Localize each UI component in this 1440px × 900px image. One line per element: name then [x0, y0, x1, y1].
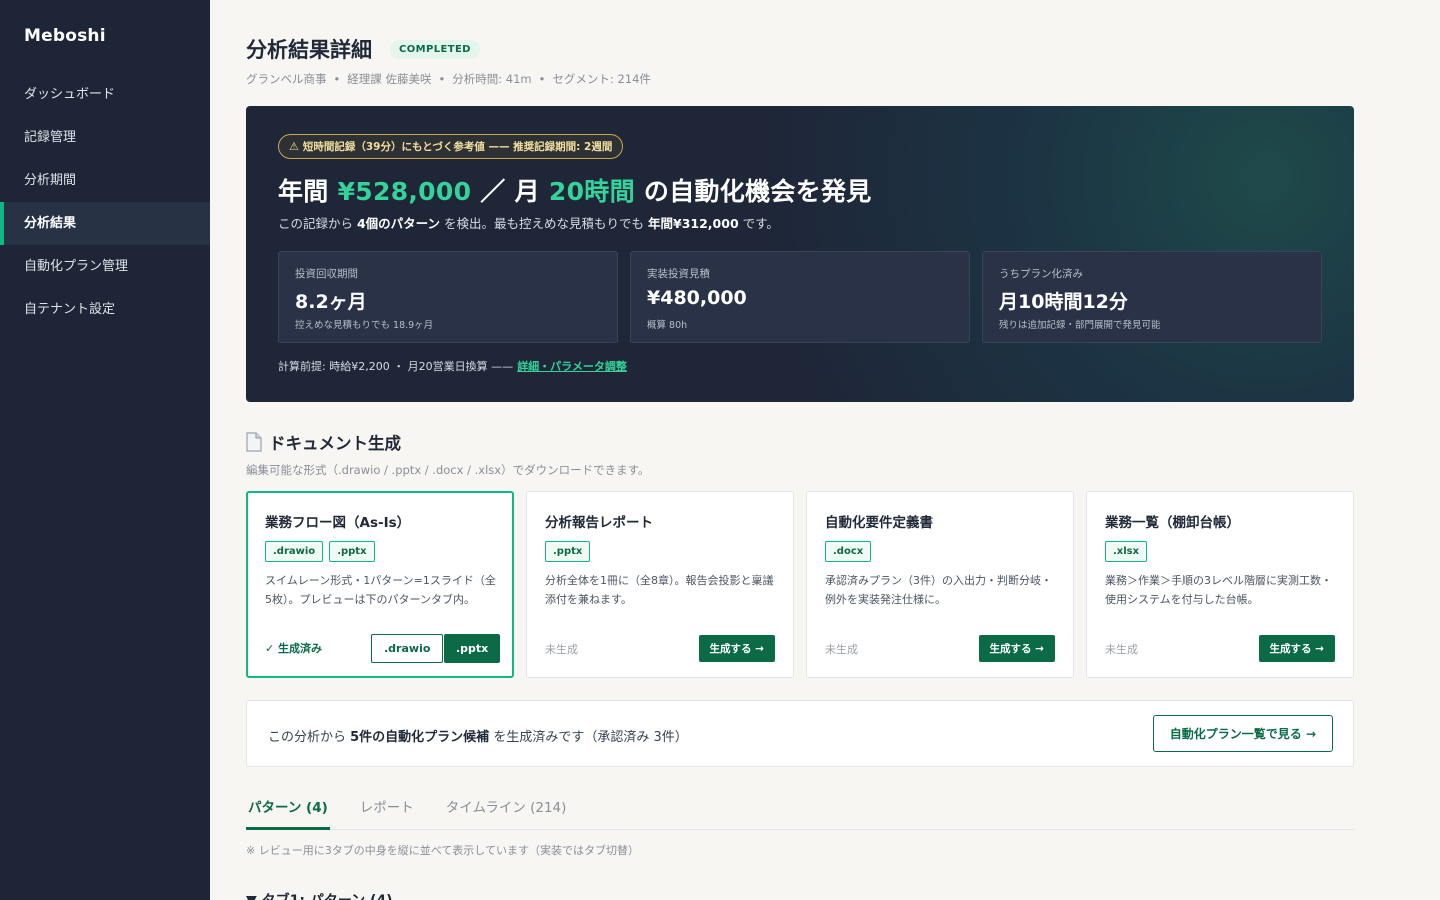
- brand-logo[interactable]: Meboshi: [24, 26, 106, 46]
- kpi-value: 月10時間12分: [999, 291, 1128, 313]
- calc-assumptions: 計算前提: 時給¥2,200 ・ 月20営業日換算 —— 詳細・パラメータ調整: [278, 358, 627, 374]
- plan-summary-text: この分析から: [268, 730, 351, 745]
- kpi-note: 概算 80h: [647, 320, 688, 331]
- card-description: 承認済みプラン（3件）の入出力・判断分岐・例外を実装発注仕様に。: [825, 574, 1052, 606]
- plan-summary: この分析から 5件の自動化プラン候補 を生成済みです（承認済み 3件）: [268, 726, 688, 745]
- meta-separator: •: [438, 72, 446, 86]
- subline-conservative-amount: 年間¥312,000: [648, 216, 739, 231]
- kpi-value: 8.2ヶ月: [295, 291, 367, 313]
- doc-card-flow-diagram[interactable]: 業務フロー図（As-Is） .drawio .pptx スイムレーン形式・1パタ…: [246, 491, 514, 678]
- card-description: 分析全体を1冊に（全8章）。報告会投影と稟議添付を兼ねます。: [545, 574, 774, 606]
- tab-patterns[interactable]: パターン (4): [246, 790, 330, 830]
- document-icon: [246, 432, 262, 452]
- headline-prefix: 年間: [278, 177, 338, 206]
- card-title: 分析報告レポート: [545, 515, 653, 531]
- format-tags: .docx: [825, 541, 872, 562]
- meta-separator: •: [538, 72, 546, 86]
- kpi-note: 控えめな見積もりでも 18.9ヶ月: [295, 320, 434, 331]
- generate-requirements-button[interactable]: 生成する →: [978, 635, 1055, 662]
- subline-text: です。: [738, 216, 779, 231]
- tab-report[interactable]: レポート: [358, 790, 416, 830]
- download-drawio-button[interactable]: .drawio: [371, 634, 444, 663]
- meta-duration: 分析時間: 41m: [452, 72, 532, 86]
- format-tag-pptx: .pptx: [545, 541, 591, 562]
- card-description: 業務＞作業＞手順の3レベル階層に実測工数・使用システムを付与した台帳。: [1105, 574, 1332, 606]
- parameter-adjust-link[interactable]: 詳細・パラメータ調整: [517, 360, 627, 373]
- card-status: 未生成: [545, 643, 578, 656]
- hero-subline: この記録から 4個のパターン を検出。最も控えめな見積もりでも 年間¥312,0…: [278, 213, 779, 232]
- warning-pill: ⚠ 短時間記録（39分）にもとづく参考値 —— 推奨記録期間: 2週間: [278, 134, 624, 159]
- plan-candidate-count: 5件の自動化プラン候補: [350, 730, 490, 745]
- sidebar-item-tenant-settings[interactable]: 自テナント設定: [0, 288, 210, 331]
- subline-pattern-count: 4個のパターン: [356, 216, 441, 231]
- calc-assumptions-text: 計算前提: 時給¥2,200 ・ 月20営業日換算 ——: [278, 360, 514, 373]
- sidebar-item-analysis-results[interactable]: 分析結果: [0, 202, 210, 245]
- headline-amount: ¥528,000: [337, 177, 472, 206]
- meta-company: グランベル商事: [246, 72, 327, 86]
- sidebar: Meboshi ダッシュボード 記録管理 分析期間 分析結果 自動化プラン管理 …: [0, 0, 210, 900]
- doc-card-analysis-report[interactable]: 分析報告レポート .pptx 分析全体を1冊に（全8章）。報告会投影と稟議添付を…: [526, 491, 794, 678]
- hero-headline: 年間 ¥528,000 ／ 月 20時間 の自動化機会を発見: [278, 172, 872, 208]
- generate-report-button[interactable]: 生成する →: [698, 635, 775, 662]
- page-title: 分析結果詳細: [246, 38, 372, 62]
- plan-summary-text: を生成済みです（承認済み 3件）: [489, 730, 688, 745]
- document-section-label: ドキュメント生成: [269, 434, 401, 453]
- meta-person: 経理課 佐藤美咲: [347, 72, 432, 86]
- result-tabs: パターン (4) レポート タイムライン (214): [246, 790, 1354, 830]
- hero-summary: ⚠ 短時間記録（39分）にもとづく参考値 —— 推奨記録期間: 2週間 年間 ¥…: [246, 106, 1354, 402]
- kpi-planned: うちプラン化済み 月10時間12分 残りは追加記録・部門展開で発見可能: [982, 251, 1322, 343]
- sidebar-item-automation-plans[interactable]: 自動化プラン管理: [0, 245, 210, 288]
- kpi-label: 投資回収期間: [295, 268, 358, 280]
- card-title: 業務一覧（棚卸台帳）: [1105, 515, 1240, 531]
- headline-suffix: の自動化機会を発見: [634, 177, 872, 206]
- subline-text: この記録から: [278, 216, 357, 231]
- document-section-subtitle: 編集可能な形式（.drawio / .pptx / .docx / .xlsx）…: [246, 463, 650, 477]
- format-tag-docx: .docx: [825, 541, 872, 562]
- patterns-section-heading: ▼ タブ1: パターン (4): [246, 890, 393, 900]
- kpi-note: 残りは追加記録・部門展開で発見可能: [999, 320, 1161, 331]
- kpi-payback: 投資回収期間 8.2ヶ月 控えめな見積もりでも 18.9ヶ月: [278, 251, 618, 343]
- kpi-value: ¥480,000: [647, 287, 747, 309]
- download-pptx-button[interactable]: .pptx: [444, 634, 501, 663]
- card-status: 未生成: [825, 643, 858, 656]
- format-tag-pptx: .pptx: [329, 541, 375, 562]
- kpi-investment: 実装投資見積 ¥480,000 概算 80h: [630, 251, 970, 343]
- warning-text: 短時間記録（39分）にもとづく参考値 —— 推奨記録期間: 2週間: [302, 141, 613, 153]
- analysis-meta: グランベル商事 • 経理課 佐藤美咲 • 分析時間: 41m • セグメント: 214件: [246, 71, 651, 87]
- title-row: 分析結果詳細 COMPLETED: [246, 34, 480, 64]
- meta-separator: •: [333, 72, 341, 86]
- automation-plan-bar: この分析から 5件の自動化プラン候補 を生成済みです（承認済み 3件） 自動化プ…: [246, 700, 1354, 767]
- format-tag-drawio: .drawio: [265, 541, 324, 562]
- doc-card-task-inventory[interactable]: 業務一覧（棚卸台帳） .xlsx 業務＞作業＞手順の3レベル階層に実測工数・使用…: [1086, 491, 1354, 678]
- card-status-generated: ✓ 生成済み: [265, 642, 323, 655]
- sidebar-nav: ダッシュボード 記録管理 分析期間 分析結果 自動化プラン管理 自テナント設定: [0, 73, 210, 331]
- sidebar-item-analysis-period[interactable]: 分析期間: [0, 159, 210, 202]
- headline-middle: ／ 月: [471, 177, 549, 206]
- card-description: スイムレーン形式・1パターン=1スライド（全5枚）。プレビューは下のパターンタブ…: [265, 574, 496, 606]
- subline-text: を検出。最も控えめな見積もりでも: [440, 216, 649, 231]
- doc-card-requirements[interactable]: 自動化要件定義書 .docx 承認済みプラン（3件）の入出力・判断分岐・例外を実…: [806, 491, 1074, 678]
- format-tags: .drawio .pptx: [265, 541, 375, 562]
- status-badge: COMPLETED: [390, 39, 480, 59]
- sidebar-item-dashboard[interactable]: ダッシュボード: [0, 73, 210, 116]
- format-tags: .xlsx: [1105, 541, 1148, 562]
- tab-review-note: ※ レビュー用に3タブの中身を縦に並べて表示しています（実装ではタブ切替）: [246, 844, 639, 857]
- kpi-label: 実装投資見積: [647, 268, 710, 280]
- meta-segments: セグメント: 214件: [552, 72, 651, 86]
- tab-timeline[interactable]: タイムライン (214): [444, 790, 569, 830]
- view-automation-plans-button[interactable]: 自動化プラン一覧で見る →: [1152, 715, 1333, 752]
- format-tag-xlsx: .xlsx: [1105, 541, 1148, 562]
- sidebar-item-records[interactable]: 記録管理: [0, 116, 210, 159]
- card-title: 自動化要件定義書: [825, 515, 933, 531]
- document-section-title: ドキュメント生成: [246, 430, 401, 454]
- warning-icon: ⚠: [289, 140, 299, 153]
- generate-inventory-button[interactable]: 生成する →: [1258, 635, 1335, 662]
- card-title: 業務フロー図（As-Is）: [265, 515, 411, 531]
- kpi-label: うちプラン化済み: [999, 268, 1083, 280]
- card-status: 未生成: [1105, 643, 1138, 656]
- format-tags: .pptx: [545, 541, 591, 562]
- headline-hours: 20時間: [548, 177, 635, 206]
